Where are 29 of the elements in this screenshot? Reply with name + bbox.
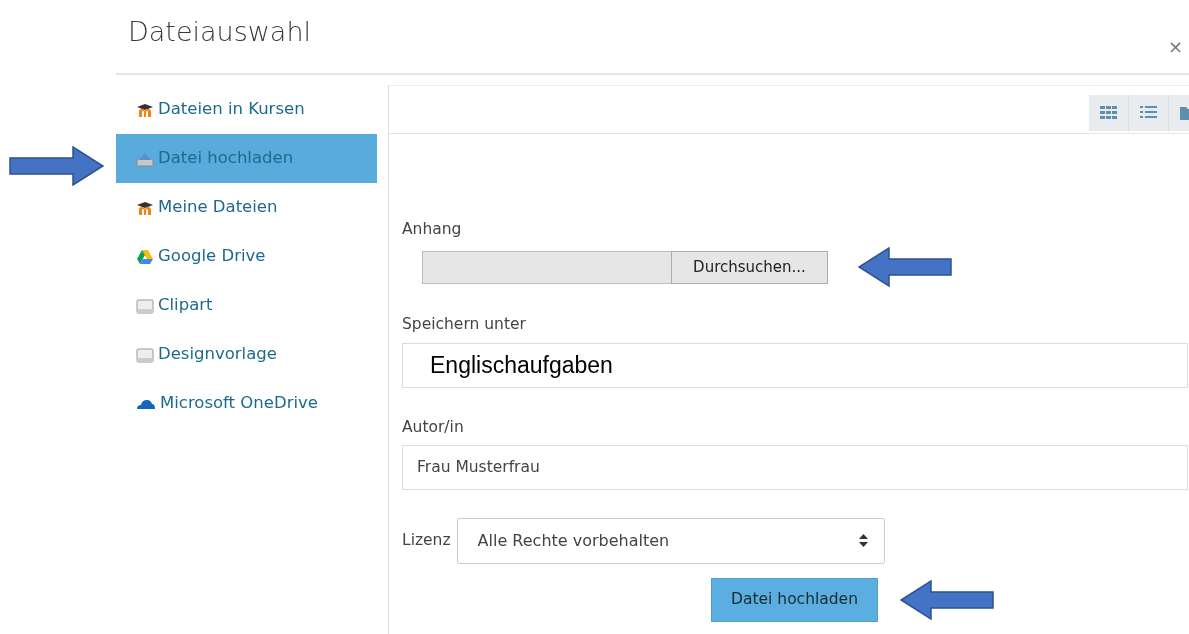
sidebar-item[interactable]: Dateien in Kursen (116, 85, 377, 134)
field-label: Autor/in (402, 416, 465, 438)
sidebar-item[interactable]: Meine Dateien (116, 183, 377, 232)
upload-button[interactable]: Datei hochladen (711, 577, 878, 622)
tray-icon (136, 346, 154, 363)
save-as-field[interactable]: Englischaufgaben (402, 342, 1188, 388)
cloud-icon (136, 397, 156, 410)
file-field[interactable] (422, 250, 671, 284)
close-button[interactable]: × (1163, 38, 1187, 56)
list-icon (1139, 104, 1158, 121)
list-view-button[interactable] (1129, 94, 1169, 131)
triangle-icon (136, 248, 154, 265)
sidebar-item[interactable]: Microsoft OneDrive (116, 379, 377, 428)
sidebar-item[interactable]: Designvorlage (116, 330, 377, 379)
author-field[interactable]: Frau Musterfrau (402, 444, 1188, 490)
field-label: Anhang (402, 219, 463, 240)
grid-view-button[interactable] (1089, 94, 1129, 131)
hat-icon (136, 102, 154, 117)
sidebar-item[interactable]: Clipart (116, 281, 377, 330)
dialog-title: Dateiauswahl (127, 15, 311, 49)
field-label: Speichern unter (402, 314, 527, 336)
license-select[interactable]: Alle Rechte vorbehalten (456, 517, 885, 564)
sidebar-item[interactable]: Google Drive (116, 232, 377, 281)
sort-caret-icon (858, 534, 868, 548)
field-label: Lizenz (402, 530, 451, 552)
tray-icon (136, 297, 154, 314)
hat-icon (136, 200, 154, 215)
browse-button[interactable]: Durchsuchen... (671, 250, 828, 284)
grid-icon (1099, 104, 1118, 121)
